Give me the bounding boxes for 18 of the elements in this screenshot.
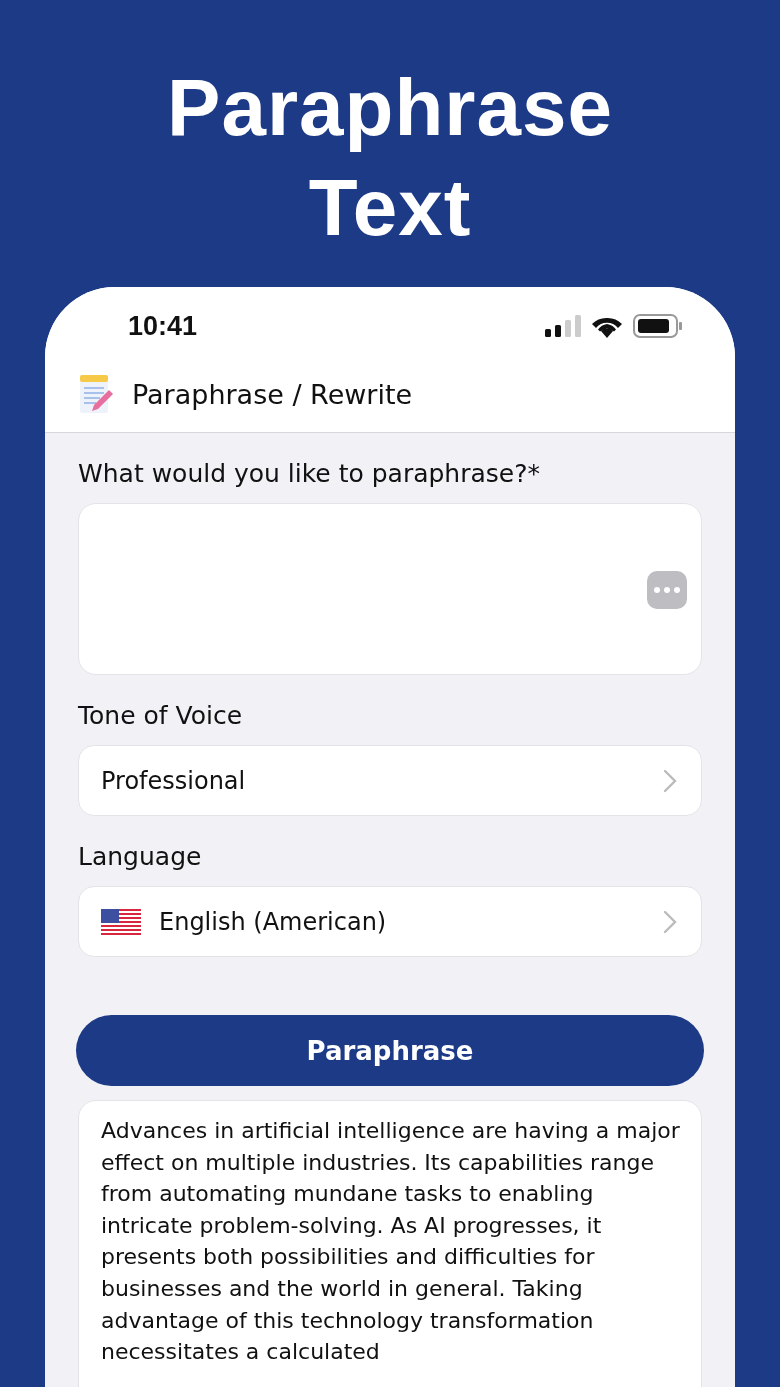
field-label: What would you like to paraphrase?* (78, 459, 541, 489)
screen-title: Paraphrase / Rewrite (132, 379, 413, 410)
headline: Paraphrase Text (166, 62, 614, 254)
more-icon[interactable] (647, 571, 687, 609)
signal-icon (545, 315, 581, 337)
tone-select[interactable]: Professional (78, 745, 702, 816)
result-text: Advances in artificial intelligence are having a major effect on multiple industries. Its capabilities range from automating mundane tasks to enabling intricate problem-solving. As AI progresses, it presents both possibilities and difficulties for businesses and the world in general. Taking advantage of this technology transformation necessitates a calculated (101, 1117, 681, 1367)
paraphrase-button[interactable]: Paraphrase (76, 1015, 704, 1086)
field-label: Tone of Voice (78, 701, 244, 731)
chevron-icon (663, 909, 677, 934)
flag-icon (101, 908, 141, 935)
status-time: 10:41 (128, 310, 198, 342)
field-label: Language (78, 842, 203, 872)
chevron-icon (663, 768, 677, 793)
notepad-icon (78, 374, 114, 415)
text-input-field[interactable] (78, 503, 702, 675)
battery-icon (633, 314, 683, 338)
language-select[interactable]: English (American) (78, 886, 702, 957)
